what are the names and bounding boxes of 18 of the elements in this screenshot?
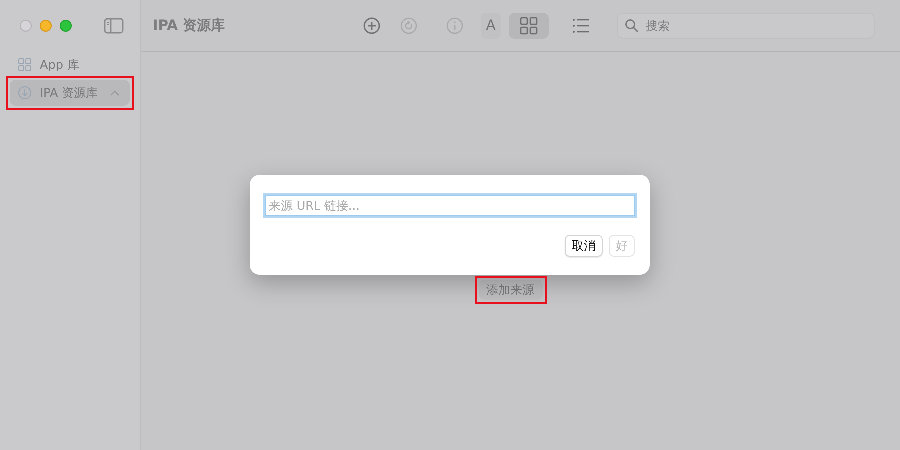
sidebar-toggle-icon[interactable] — [104, 18, 124, 34]
minimize-icon[interactable] — [40, 20, 52, 32]
add-icon[interactable] — [363, 16, 381, 34]
zoom-icon[interactable] — [60, 20, 72, 32]
close-icon[interactable] — [20, 20, 32, 32]
grid-icon — [18, 58, 32, 72]
cancel-button[interactable]: 取消 — [565, 235, 603, 257]
search-field[interactable]: 搜索 — [617, 12, 875, 38]
grid-view-button[interactable] — [509, 12, 549, 38]
grid-icon — [520, 16, 538, 34]
sidebar-item[interactable]: App 库 — [10, 52, 130, 78]
download-icon — [18, 86, 32, 100]
sidebar-item[interactable]: IPA 资源库 — [10, 80, 130, 106]
add-source-button[interactable]: 添加来源 — [478, 280, 542, 300]
url-input-field[interactable]: 来源 URL 链接... — [265, 195, 635, 216]
font-button[interactable]: A — [481, 12, 501, 38]
window-title: IPA 资源库 — [153, 16, 226, 34]
list-icon — [572, 16, 590, 34]
